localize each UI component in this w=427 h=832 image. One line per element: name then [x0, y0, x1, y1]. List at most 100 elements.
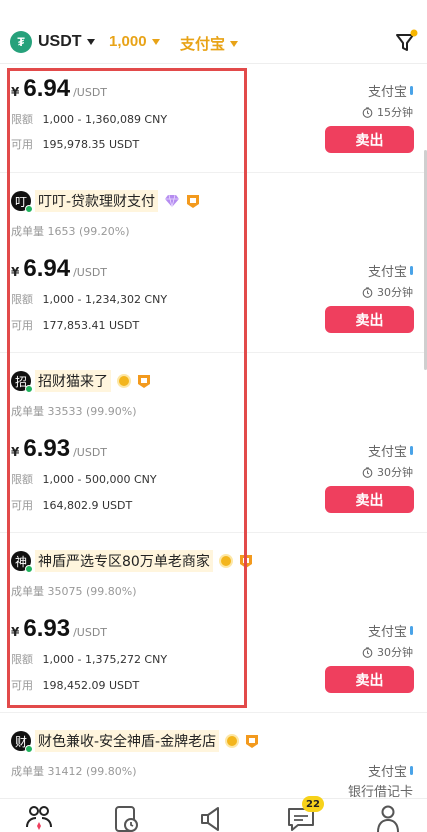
- alipay-marker-icon: [410, 86, 413, 95]
- payment-time-label: 30分钟: [377, 646, 413, 659]
- nav-orders-icon[interactable]: [111, 803, 141, 832]
- available-row: 可用 177,853.41 USDT: [11, 317, 139, 333]
- offer-card: 叮 叮叮-贷款理财支付 成单量 1653 (99.20%) ¥ 6.94 /US…: [0, 173, 427, 353]
- payment-method: 支付宝: [368, 621, 413, 640]
- available-row: 可用 164,802.9 USDT: [11, 497, 132, 513]
- price-unit: /USDT: [73, 626, 108, 639]
- amount-label: 1,000: [109, 33, 147, 50]
- avatar: 财: [11, 731, 33, 753]
- payment-method: 支付宝: [368, 261, 413, 280]
- currency-symbol: ¥: [11, 625, 20, 639]
- price-unit: /USDT: [73, 266, 108, 279]
- stats-value: 35075 (99.80%): [47, 585, 137, 598]
- timer-icon: [362, 466, 373, 478]
- gold-coin-badge-icon: [218, 554, 233, 568]
- offer-card: 神 神盾严选专区80万单老商家 成单量 35075 (99.80%) ¥ 6.9…: [0, 533, 427, 713]
- available-row: 可用 198,452.09 USDT: [11, 677, 139, 693]
- caret-down-icon: [230, 40, 239, 47]
- filter-icon[interactable]: [392, 28, 420, 56]
- alipay-marker-icon: [410, 446, 413, 455]
- nav-profile-icon[interactable]: [373, 803, 403, 832]
- available-value: 198,452.09 USDT: [42, 679, 140, 692]
- merchant-row[interactable]: 财 财色兼收-安全神盾-金牌老店: [11, 730, 259, 753]
- merchant-stats: 成单量 35075 (99.80%): [11, 583, 137, 599]
- avatar: 神: [11, 551, 33, 573]
- shield-badge-icon: [187, 194, 200, 208]
- payment-time: 30分钟: [362, 464, 413, 480]
- price: 6.94: [23, 75, 71, 102]
- stats-label: 成单量: [11, 585, 44, 598]
- offer-card: 招 招财猫来了 成单量 33533 (99.90%) ¥ 6.93 /USDT …: [0, 353, 427, 533]
- alipay-marker-icon: [410, 626, 413, 635]
- merchant-name: 神盾严选专区80万单老商家: [35, 550, 213, 572]
- limit-row: 限额 1,000 - 1,360,089 CNY: [11, 111, 167, 127]
- nav-p2p-users-icon[interactable]: [24, 803, 54, 832]
- gold-coin-badge-icon: [117, 374, 131, 388]
- price-unit: /USDT: [73, 446, 108, 459]
- diamond-badge-icon: [165, 194, 180, 208]
- currency-symbol: ¥: [11, 445, 20, 459]
- payment-method-label: 支付宝: [367, 265, 407, 280]
- price: 6.93: [23, 435, 71, 462]
- merchant-row[interactable]: 叮 叮叮-贷款理财支付: [11, 190, 200, 213]
- merchant-name: 财色兼收-安全神盾-金牌老店: [35, 730, 220, 752]
- payment-time-label: 30分钟: [377, 286, 413, 299]
- sell-button[interactable]: 卖出: [325, 486, 414, 513]
- coin-selector[interactable]: ₮ USDT: [10, 31, 95, 53]
- caret-down-icon: [151, 38, 160, 45]
- payment-method: 支付宝: [368, 81, 413, 100]
- limit-label: 限额: [11, 293, 33, 306]
- payment-time: 30分钟: [362, 644, 413, 660]
- price-row: ¥ 6.94 /USDT: [11, 255, 107, 283]
- available-label: 可用: [11, 499, 33, 512]
- payment-method: 支付宝: [368, 441, 413, 460]
- stats-value: 31412 (99.80%): [47, 765, 137, 778]
- merchant-stats: 成单量 31412 (99.80%): [11, 763, 137, 779]
- limit-label: 限额: [11, 473, 33, 486]
- merchant-name: 招财猫来了: [35, 370, 111, 392]
- limit-value: 1,000 - 1,360,089 CNY: [42, 113, 168, 126]
- shield-badge-icon: [246, 734, 259, 748]
- payment-selector[interactable]: 支付宝: [180, 33, 239, 54]
- gold-coin-badge-icon: [225, 734, 240, 748]
- alipay-marker-icon: [410, 266, 413, 275]
- limit-value: 1,000 - 1,375,272 CNY: [42, 653, 168, 666]
- limit-row: 限额 1,000 - 500,000 CNY: [11, 471, 157, 487]
- payment-method-label: 支付宝: [367, 85, 407, 100]
- limit-label: 限额: [11, 653, 33, 666]
- available-label: 可用: [11, 319, 33, 332]
- bottom-nav: 22: [0, 796, 427, 832]
- caret-down-icon: [86, 39, 95, 45]
- sell-button[interactable]: 卖出: [325, 666, 414, 693]
- merchant-row[interactable]: 招 招财猫来了: [11, 370, 151, 393]
- currency-symbol: ¥: [11, 85, 20, 99]
- payment-time: 30分钟: [362, 284, 413, 300]
- limit-label: 限额: [11, 113, 33, 126]
- sell-button[interactable]: 卖出: [325, 306, 414, 333]
- price: 6.93: [23, 615, 71, 642]
- payment-method-label: 支付宝: [367, 445, 407, 460]
- available-value: 164,802.9 USDT: [42, 499, 133, 512]
- currency-symbol: ¥: [11, 265, 20, 279]
- merchant-row[interactable]: 神 神盾严选专区80万单老商家: [11, 550, 253, 573]
- timer-icon: [362, 106, 373, 118]
- stats-value: 33533 (99.90%): [47, 405, 137, 418]
- payment-time: 15分钟: [362, 104, 413, 120]
- sell-button[interactable]: 卖出: [325, 126, 414, 153]
- available-label: 可用: [11, 679, 33, 692]
- tether-logo-icon: ₮: [10, 31, 32, 53]
- available-value: 195,978.35 USDT: [42, 138, 140, 151]
- limit-row: 限额 1,000 - 1,234,302 CNY: [11, 291, 167, 307]
- offer-card: ¥ 6.94 /USDT 限额 1,000 - 1,360,089 CNY 可用…: [0, 65, 427, 173]
- price: 6.94: [23, 255, 71, 282]
- amount-selector[interactable]: 1,000: [109, 33, 160, 50]
- timer-icon: [362, 286, 373, 298]
- payment-method-bank: 银行借记卡: [347, 785, 413, 798]
- price-row: ¥ 6.93 /USDT: [11, 615, 107, 643]
- payment-label: 支付宝: [180, 36, 226, 53]
- stats-value: 1653 (99.20%): [47, 225, 130, 238]
- alipay-marker-icon: [410, 766, 413, 775]
- payment-method-label: 支付宝: [367, 625, 407, 640]
- nav-announcements-icon[interactable]: [198, 803, 228, 832]
- online-status-icon: [25, 565, 33, 573]
